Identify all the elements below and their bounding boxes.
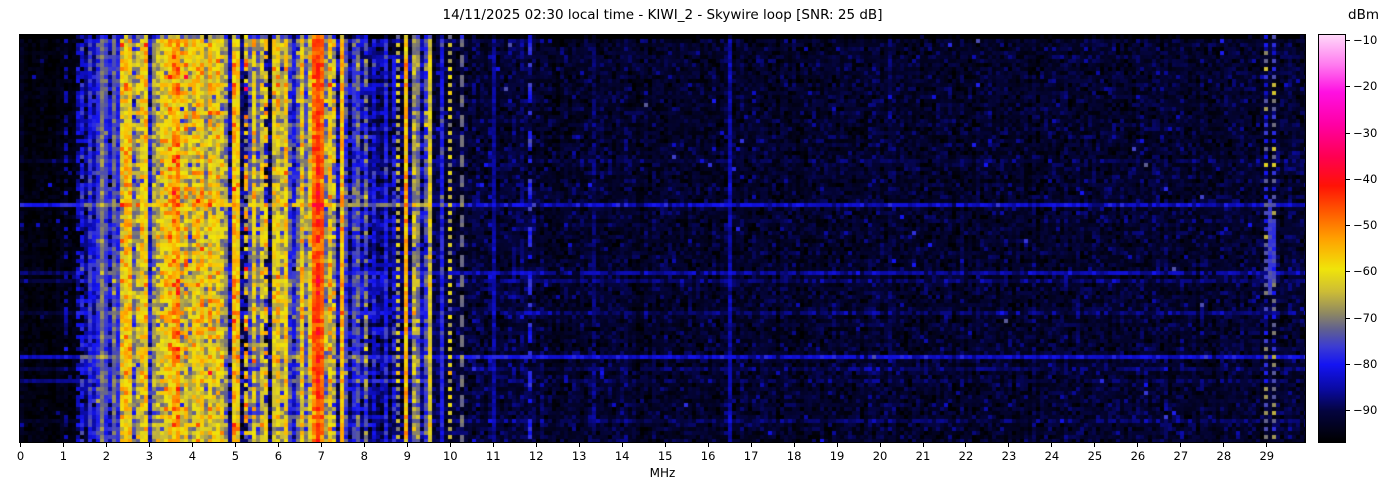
x-tick-mark — [965, 443, 966, 447]
x-tick-label: 2 — [103, 449, 110, 463]
x-tick-label: 7 — [318, 449, 325, 463]
colorbar-tick-mark — [1346, 225, 1350, 226]
x-tick-mark — [63, 443, 64, 447]
x-tick-label: 15 — [658, 449, 673, 463]
waterfall-plot-area — [19, 34, 1306, 443]
colorbar-tick-label: −30 — [1353, 126, 1377, 140]
colorbar — [1318, 34, 1346, 443]
colorbar-tick-label: −60 — [1353, 264, 1377, 278]
x-tick-mark — [1008, 443, 1009, 447]
colorbar-unit-label: dBm — [1348, 7, 1379, 23]
colorbar-tick-label: −50 — [1353, 218, 1377, 232]
x-tick-label: 22 — [959, 449, 974, 463]
x-tick-mark — [321, 443, 322, 447]
x-tick-label: 10 — [443, 449, 458, 463]
x-tick-mark — [192, 443, 193, 447]
colorbar-tick-mark — [1346, 86, 1350, 87]
x-tick-mark — [20, 443, 21, 447]
x-tick-label: 25 — [1088, 449, 1103, 463]
x-tick-label: 8 — [361, 449, 368, 463]
x-tick-mark — [751, 443, 752, 447]
colorbar-gradient — [1319, 35, 1345, 442]
x-tick-mark — [278, 443, 279, 447]
colorbar-tick-mark — [1346, 410, 1350, 411]
x-tick-mark — [364, 443, 365, 447]
colorbar-tick-mark — [1346, 179, 1350, 180]
x-tick-mark — [794, 443, 795, 447]
x-tick-mark — [493, 443, 494, 447]
x-tick-mark — [837, 443, 838, 447]
x-tick-mark — [923, 443, 924, 447]
x-tick-mark — [1266, 443, 1267, 447]
colorbar-tick-label: −70 — [1353, 311, 1377, 325]
x-tick-label: 1 — [60, 449, 67, 463]
x-tick-label: 21 — [916, 449, 931, 463]
x-tick-mark — [1180, 443, 1181, 447]
colorbar-tick-mark — [1346, 133, 1350, 134]
x-tick-label: 18 — [787, 449, 802, 463]
colorbar-tick-label: −20 — [1353, 79, 1377, 93]
colorbar-tick-mark — [1346, 271, 1350, 272]
x-tick-label: 14 — [615, 449, 630, 463]
x-tick-label: 11 — [486, 449, 501, 463]
x-tick-mark — [149, 443, 150, 447]
x-tick-mark — [1094, 443, 1095, 447]
x-tick-label: 23 — [1002, 449, 1017, 463]
x-tick-label: 6 — [275, 449, 282, 463]
x-tick-mark — [106, 443, 107, 447]
x-tick-mark — [450, 443, 451, 447]
x-tick-label: 9 — [404, 449, 411, 463]
x-tick-mark — [1051, 443, 1052, 447]
colorbar-tick-label: −10 — [1353, 33, 1377, 47]
x-tick-label: 16 — [701, 449, 716, 463]
colorbar-tick-label: −80 — [1353, 357, 1377, 371]
colorbar-tick-mark — [1346, 318, 1350, 319]
x-tick-label: 12 — [529, 449, 544, 463]
x-tick-mark — [708, 443, 709, 447]
x-tick-mark — [1137, 443, 1138, 447]
waterfall-canvas — [20, 35, 1305, 442]
x-tick-label: 13 — [572, 449, 587, 463]
x-tick-label: 0 — [17, 449, 24, 463]
x-tick-mark — [1223, 443, 1224, 447]
x-tick-mark — [536, 443, 537, 447]
x-tick-label: 28 — [1217, 449, 1232, 463]
x-tick-label: 5 — [232, 449, 239, 463]
colorbar-tick-mark — [1346, 364, 1350, 365]
x-tick-label: 19 — [830, 449, 845, 463]
colorbar-tick-label: −40 — [1353, 172, 1377, 186]
x-tick-label: 4 — [189, 449, 196, 463]
spectrogram-figure: 14/11/2025 02:30 local time - KIWI_2 - S… — [0, 0, 1400, 500]
x-axis-label: MHz — [20, 466, 1305, 480]
x-tick-label: 17 — [744, 449, 759, 463]
chart-title: 14/11/2025 02:30 local time - KIWI_2 - S… — [20, 7, 1305, 23]
x-tick-label: 29 — [1259, 449, 1274, 463]
x-tick-label: 27 — [1174, 449, 1189, 463]
x-tick-mark — [407, 443, 408, 447]
x-tick-label: 20 — [873, 449, 888, 463]
colorbar-tick-mark — [1346, 40, 1350, 41]
x-tick-mark — [235, 443, 236, 447]
x-tick-label: 3 — [146, 449, 153, 463]
x-tick-label: 26 — [1131, 449, 1146, 463]
x-tick-mark — [579, 443, 580, 447]
x-tick-mark — [880, 443, 881, 447]
x-tick-mark — [665, 443, 666, 447]
x-tick-mark — [622, 443, 623, 447]
x-tick-label: 24 — [1045, 449, 1060, 463]
colorbar-tick-label: −90 — [1353, 403, 1377, 417]
